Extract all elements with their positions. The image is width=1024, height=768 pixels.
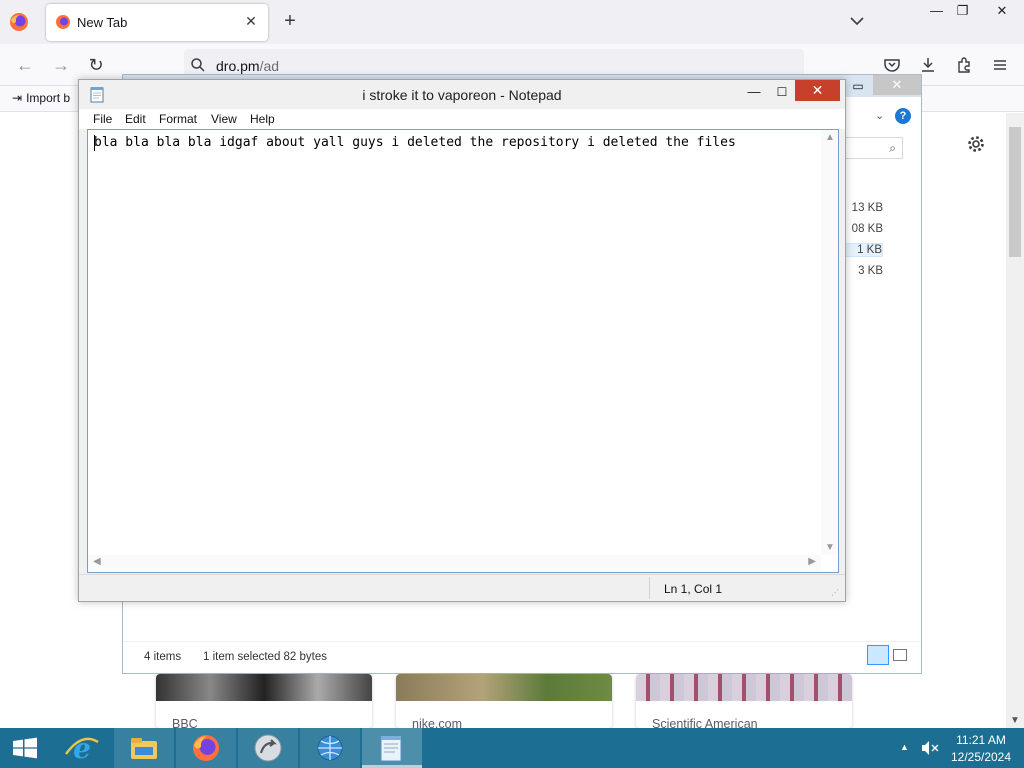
scroll-left-arrow-icon[interactable]: ◀ xyxy=(93,556,101,567)
list-all-tabs-chevron-icon[interactable] xyxy=(848,12,866,30)
menu-bar: File Edit Format View Help xyxy=(79,109,845,129)
taskbar-unknown-app[interactable] xyxy=(238,728,298,768)
browser-restore-icon[interactable]: ❐ xyxy=(946,0,979,22)
minimize-icon[interactable]: — xyxy=(741,82,767,102)
details-view-icon[interactable] xyxy=(867,645,889,665)
selection-info: 1 item selected 82 bytes xyxy=(203,651,328,663)
status-divider xyxy=(649,577,650,599)
explorer-minimize-icon[interactable]: ▭ xyxy=(845,77,871,95)
taskbar-notepad[interactable] xyxy=(362,728,422,768)
taskbar-file-explorer[interactable] xyxy=(114,728,174,768)
window-title: i stroke it to vaporeon - Notepad xyxy=(362,87,562,103)
vertical-scrollbar[interactable]: ▲ ▼ xyxy=(821,130,838,555)
menu-format[interactable]: Format xyxy=(159,112,197,126)
tab-new-tab[interactable]: New Tab ✕ xyxy=(46,4,268,41)
document-text[interactable]: bla bla bla bla idgaf about yall guys i … xyxy=(94,135,814,150)
url-text: dro.pm/ad xyxy=(216,58,279,74)
large-icons-view-icon[interactable] xyxy=(893,649,907,661)
url-host: dro.pm xyxy=(216,58,260,74)
page-scrollbar[interactable]: ▼ xyxy=(1006,113,1024,728)
back-arrow-icon[interactable]: ← xyxy=(12,52,38,78)
explorer-search-box[interactable]: ⌕ xyxy=(843,137,903,159)
clock-time[interactable]: 11:21 AM xyxy=(950,733,1012,747)
menu-edit[interactable]: Edit xyxy=(125,112,146,126)
globe-network-icon xyxy=(317,735,343,761)
svg-text:e: e xyxy=(73,732,91,765)
menu-help[interactable]: Help xyxy=(250,112,275,126)
close-tab-icon[interactable]: ✕ xyxy=(242,12,260,30)
ribbon-expand-chevron-icon[interactable]: ⌄ xyxy=(875,109,884,122)
top-site-tile[interactable]: nike.com xyxy=(396,674,612,728)
search-icon: ⌕ xyxy=(889,141,896,155)
forward-arrow-icon[interactable]: → xyxy=(48,52,74,78)
import-bookmarks-button[interactable]: ⇥ Import b xyxy=(12,91,70,105)
reload-icon[interactable]: ↻ xyxy=(83,52,109,78)
internet-explorer-icon[interactable]: e xyxy=(52,728,112,768)
status-bar: Ln 1, Col 1 ⋰ xyxy=(79,574,845,601)
browser-tab-strip: New Tab ✕ + — ❐ ✕ xyxy=(0,0,1024,44)
import-bookmarks-label: Import b xyxy=(26,91,71,105)
tile-thumbnail xyxy=(636,674,852,701)
pocket-icon[interactable] xyxy=(882,55,902,75)
downloads-icon[interactable] xyxy=(918,55,938,75)
horizontal-scrollbar[interactable]: ◀ ▶ xyxy=(88,555,821,572)
new-tab-plus-icon[interactable]: + xyxy=(280,11,300,31)
file-size: 13 KB xyxy=(851,202,883,214)
scroll-down-arrow-icon[interactable]: ▼ xyxy=(825,542,835,553)
notepad-window: i stroke it to vaporeon - Notepad — ☐ ✕ … xyxy=(78,79,846,602)
show-hidden-icons-icon[interactable]: ▲ xyxy=(900,742,909,752)
page-scrollbar-thumb[interactable] xyxy=(1009,127,1021,257)
url-path: /ad xyxy=(259,58,280,74)
tile-thumbnail xyxy=(156,674,372,701)
extensions-icon[interactable] xyxy=(954,55,974,75)
menu-view[interactable]: View xyxy=(211,112,237,126)
notepad-titlebar[interactable]: i stroke it to vaporeon - Notepad — ☐ ✕ xyxy=(79,80,845,108)
cursor-position: Ln 1, Col 1 xyxy=(664,582,723,596)
tile-thumbnail xyxy=(396,674,612,701)
taskbar-network-app[interactable] xyxy=(300,728,360,768)
notepad-icon xyxy=(380,736,402,762)
tile-label: Scientific American xyxy=(652,717,758,728)
import-arrow-icon: ⇥ xyxy=(12,91,23,105)
resize-grip-icon[interactable]: ⋰ xyxy=(831,588,839,597)
firefox-icon xyxy=(193,735,219,761)
explorer-close-icon[interactable]: ✕ xyxy=(873,75,921,95)
text-editor-area[interactable]: bla bla bla bla idgaf about yall guys i … xyxy=(87,129,839,573)
app-menu-hamburger-icon[interactable] xyxy=(990,55,1010,75)
top-site-tile[interactable]: Scientific American xyxy=(636,674,852,728)
firefox-tab-icon xyxy=(56,15,70,29)
gear-icon[interactable] xyxy=(966,134,986,154)
clock-date[interactable]: 12/25/2024 xyxy=(950,750,1012,764)
tab-title: New Tab xyxy=(77,15,128,30)
text-caret xyxy=(94,135,95,151)
generic-app-arrow-icon xyxy=(254,734,282,762)
taskbar: e ▲ 11:21 AM 12/25/2024 xyxy=(0,728,1024,768)
file-size: 3 KB xyxy=(858,265,883,277)
taskbar-firefox[interactable] xyxy=(176,728,236,768)
maximize-icon[interactable]: ☐ xyxy=(769,82,795,102)
scroll-down-arrow-icon[interactable]: ▼ xyxy=(1010,715,1020,726)
scroll-up-arrow-icon[interactable]: ▲ xyxy=(825,132,835,143)
scroll-right-arrow-icon[interactable]: ▶ xyxy=(808,556,816,567)
close-icon[interactable]: ✕ xyxy=(795,80,840,101)
volume-muted-icon[interactable] xyxy=(920,739,940,757)
explorer-status-bar: 4 items 1 item selected 82 bytes xyxy=(123,641,921,673)
file-size-selected: 1 KB xyxy=(843,243,883,257)
top-site-tile[interactable]: BBC xyxy=(156,674,372,728)
windows-start-icon[interactable] xyxy=(0,728,50,768)
help-icon[interactable]: ? xyxy=(895,108,911,124)
file-explorer-folder-icon xyxy=(131,738,157,759)
browser-close-icon[interactable]: ✕ xyxy=(980,0,1024,22)
file-size: 08 KB xyxy=(851,223,883,235)
firefox-logo-icon[interactable] xyxy=(8,11,30,33)
item-count: 4 items xyxy=(144,651,182,663)
tile-label: nike.com xyxy=(412,717,463,728)
tile-label: BBC xyxy=(172,717,198,728)
menu-file[interactable]: File xyxy=(93,112,112,126)
search-icon xyxy=(191,58,205,72)
